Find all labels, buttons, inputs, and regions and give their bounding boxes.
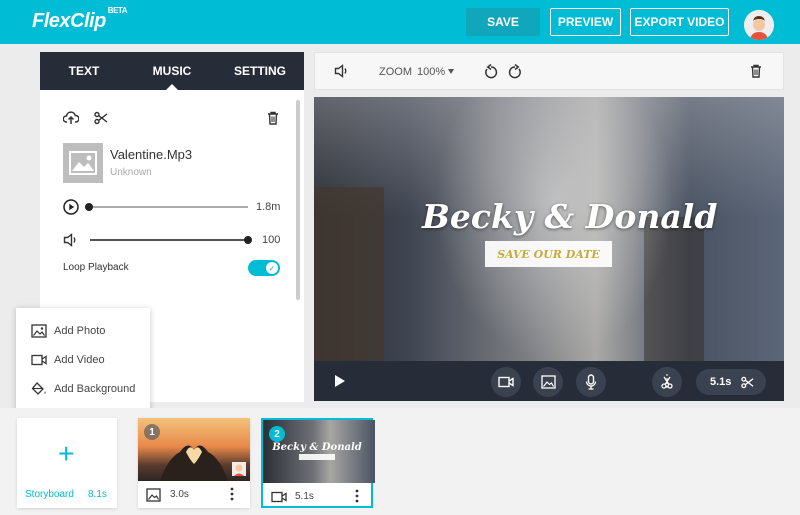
split-scene-button[interactable] bbox=[652, 367, 682, 397]
storyboard-clip[interactable]: 1 3.0s bbox=[138, 418, 250, 508]
clip-subtitle-box bbox=[299, 454, 335, 460]
loop-playback-label: Loop Playback bbox=[63, 262, 129, 273]
clip-number-badge: 2 bbox=[269, 426, 285, 442]
play-icon[interactable] bbox=[334, 374, 346, 393]
microphone-icon bbox=[585, 374, 597, 390]
preview-button[interactable]: PREVIEW bbox=[550, 8, 621, 36]
clip-duration: 3.0s bbox=[170, 489, 189, 500]
clip-duration: 5.1s bbox=[295, 491, 314, 502]
add-photo-label: Add Photo bbox=[54, 325, 106, 337]
zoom-label: ZOOM bbox=[379, 66, 412, 78]
more-vertical-icon[interactable] bbox=[355, 489, 359, 508]
upload-icon[interactable] bbox=[62, 111, 80, 130]
chevron-down-icon[interactable] bbox=[448, 69, 454, 74]
add-background-item[interactable]: Add Background bbox=[16, 375, 150, 403]
song-artist: Unknown bbox=[110, 167, 152, 178]
scene-duration-pill[interactable]: 5.1s bbox=[696, 369, 766, 395]
play-music-icon[interactable] bbox=[63, 199, 79, 220]
storyboard-label: Storyboard bbox=[25, 489, 74, 500]
volume-track[interactable] bbox=[90, 239, 248, 241]
storyboard-total-duration: 8.1s bbox=[88, 489, 107, 500]
add-background-label: Add Background bbox=[54, 383, 136, 395]
playback-controls: 5.1s bbox=[314, 361, 784, 401]
image-icon bbox=[146, 488, 161, 507]
plus-icon[interactable]: + bbox=[58, 440, 74, 468]
app-logo[interactable]: FlexClip BETA bbox=[32, 6, 127, 33]
song-thumbnail bbox=[63, 143, 103, 183]
save-button[interactable]: SAVE bbox=[466, 8, 540, 36]
add-video-scene-button[interactable] bbox=[491, 367, 521, 397]
export-video-button[interactable]: EXPORT VIDEO bbox=[630, 8, 729, 36]
volume-icon[interactable] bbox=[63, 233, 79, 252]
clip-title: Becky & Donald bbox=[272, 442, 362, 453]
panel-tabs: TEXT MUSIC SETTING bbox=[40, 52, 304, 91]
storyboard-clip-selected[interactable]: Becky & Donald 2 5.1s bbox=[261, 418, 375, 508]
trash-icon[interactable] bbox=[267, 111, 279, 130]
video-icon bbox=[271, 490, 287, 508]
beta-badge: BETA bbox=[107, 6, 128, 16]
mute-icon[interactable] bbox=[334, 64, 350, 83]
volume-knob[interactable] bbox=[244, 236, 252, 244]
top-bar: FlexClip BETA SAVE PREVIEW EXPORT VIDEO bbox=[0, 0, 800, 44]
add-image-scene-button[interactable] bbox=[533, 367, 563, 397]
video-icon bbox=[498, 376, 514, 388]
scene-duration: 5.1s bbox=[710, 376, 732, 388]
stage-building-left bbox=[314, 187, 384, 361]
clip-number-badge: 1 bbox=[144, 424, 160, 440]
image-icon bbox=[31, 323, 47, 339]
storyboard bbox=[0, 408, 800, 515]
panel-scrollbar[interactable] bbox=[296, 100, 300, 300]
music-progress-knob[interactable] bbox=[85, 203, 93, 211]
add-photo-item[interactable]: Add Photo bbox=[16, 317, 150, 345]
video-preview[interactable]: Becky & Donald SAVE OUR DATE bbox=[314, 97, 784, 361]
video-icon bbox=[31, 352, 47, 368]
tab-setting[interactable]: SETTING bbox=[216, 52, 304, 90]
record-voice-button[interactable] bbox=[576, 367, 606, 397]
zoom-select[interactable]: 100% bbox=[417, 66, 445, 78]
music-duration: 1.8m bbox=[256, 201, 281, 213]
scissors-icon bbox=[741, 376, 754, 388]
add-scene-card[interactable]: + Storyboard 8.1s bbox=[17, 418, 117, 508]
stage-subtitle[interactable]: SAVE OUR DATE bbox=[485, 241, 612, 267]
clip-thumbnail: Becky & Donald 2 bbox=[263, 420, 375, 483]
clip-thumbnail: 1 bbox=[138, 418, 250, 481]
tab-text[interactable]: TEXT bbox=[40, 52, 128, 90]
loop-playback-toggle[interactable]: ✓ bbox=[248, 260, 280, 276]
volume-value: 100 bbox=[262, 234, 281, 246]
stage-title[interactable]: Becky & Donald bbox=[422, 197, 717, 236]
scissors-icon[interactable] bbox=[94, 111, 108, 130]
music-progress-track[interactable] bbox=[88, 206, 248, 208]
undo-icon[interactable] bbox=[484, 63, 498, 84]
song-title: Valentine.Mp3 bbox=[110, 147, 193, 162]
add-video-item[interactable]: Add Video bbox=[16, 346, 150, 374]
scissors-icon bbox=[661, 374, 673, 390]
check-icon: ✓ bbox=[266, 262, 278, 274]
user-avatar[interactable] bbox=[744, 10, 774, 40]
image-icon bbox=[540, 375, 556, 389]
add-media-menu: Add Photo Add Video Add Background bbox=[16, 308, 150, 412]
delete-scene-icon[interactable] bbox=[750, 64, 762, 83]
active-tab-indicator bbox=[165, 84, 179, 91]
preview-toolbar: ZOOM 100% bbox=[314, 52, 784, 90]
redo-icon[interactable] bbox=[508, 63, 522, 84]
image-icon bbox=[69, 151, 97, 175]
add-video-label: Add Video bbox=[54, 354, 105, 366]
paint-bucket-icon bbox=[31, 381, 47, 397]
more-vertical-icon[interactable] bbox=[230, 487, 234, 506]
